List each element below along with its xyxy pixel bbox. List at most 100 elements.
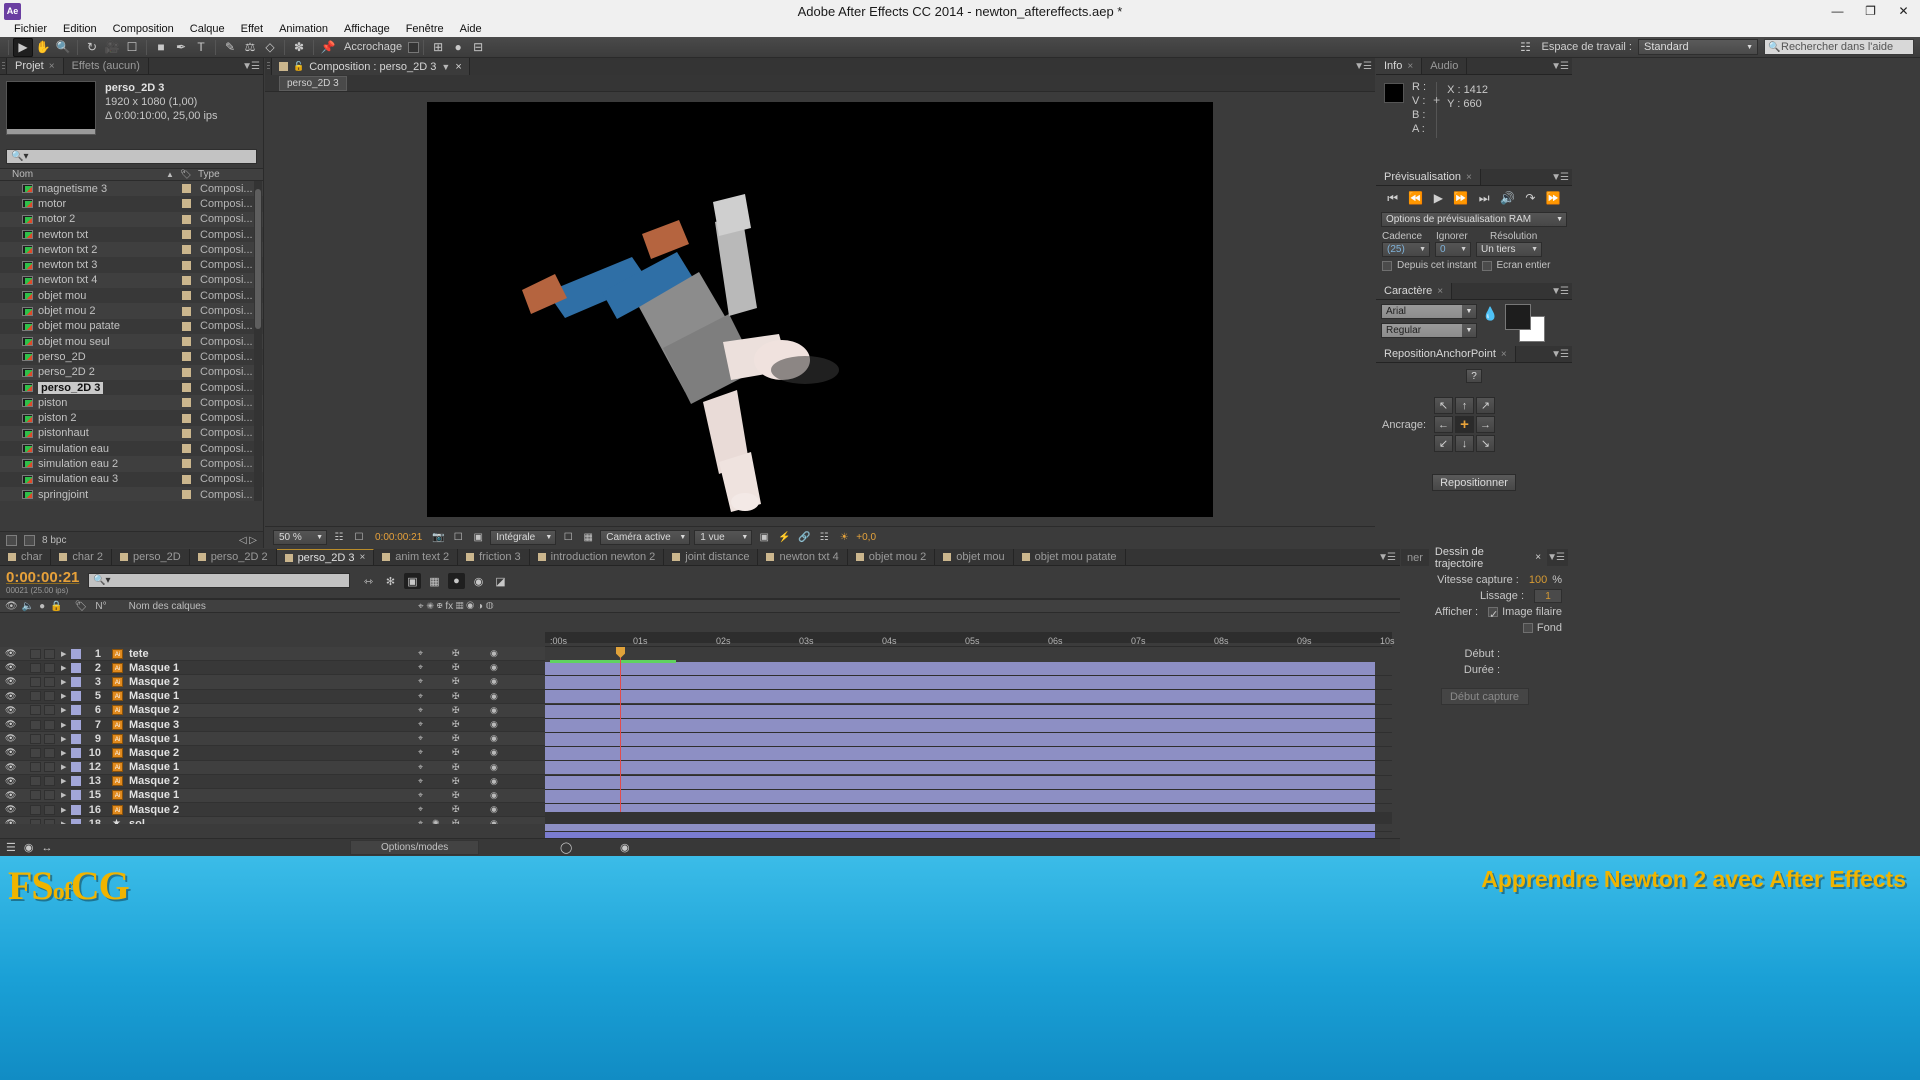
project-list-item[interactable]: simulation eau Composi... bbox=[0, 441, 263, 457]
video-visibility-icon[interactable]: 👁 bbox=[5, 719, 16, 730]
exposure-value[interactable]: +0,0 bbox=[856, 532, 876, 543]
enable-frame-blending-icon[interactable]: ▣ bbox=[404, 573, 421, 589]
project-list-item[interactable]: newton txt 4 Composi... bbox=[0, 272, 263, 289]
video-visibility-icon[interactable]: 👁 bbox=[5, 776, 16, 787]
label-color-swatch[interactable] bbox=[182, 474, 191, 484]
lock-toggle[interactable] bbox=[44, 733, 55, 744]
help-search-input[interactable]: 🔍 Rechercher dans l'aide bbox=[1764, 39, 1914, 55]
zoom-tool-icon[interactable]: 🔍 bbox=[53, 38, 73, 57]
solo-toggle[interactable] bbox=[30, 747, 41, 758]
timeline-tab-objet-mou-2[interactable]: objet mou 2 bbox=[847, 549, 936, 565]
layer-color-swatch[interactable] bbox=[71, 662, 81, 673]
tab-projet[interactable]: Projet × bbox=[7, 58, 64, 74]
effects-switch-icon[interactable]: ◉ bbox=[490, 705, 498, 716]
transfer-controls-icon[interactable]: ◉ bbox=[24, 841, 34, 854]
solo-toggle[interactable] bbox=[30, 790, 41, 801]
tab-info[interactable]: Info × bbox=[1376, 58, 1423, 74]
timeline-search-input[interactable]: 🔍▾ bbox=[88, 573, 350, 588]
expand-collapse-icon[interactable]: ☰ bbox=[6, 841, 16, 854]
column-name[interactable]: Nom bbox=[0, 169, 33, 180]
composition-viewer[interactable] bbox=[265, 92, 1375, 526]
new-folder-icon[interactable] bbox=[6, 534, 17, 546]
menu-effet[interactable]: Effet bbox=[233, 22, 271, 37]
quality-switch-icon[interactable]: ✠ bbox=[452, 691, 460, 702]
effects-switch-icon[interactable]: ◉ bbox=[490, 648, 498, 659]
tab-effets[interactable]: Effets (aucun) bbox=[63, 58, 149, 74]
close-icon[interactable]: × bbox=[455, 61, 461, 73]
timeline-tab-objet-mou-patate[interactable]: objet mou patate bbox=[1013, 549, 1126, 565]
show-snapshot-icon[interactable]: ☐ bbox=[450, 530, 466, 545]
layer-color-swatch[interactable] bbox=[71, 691, 81, 702]
timeline-graph-area[interactable]: :00s 01s 02s 03s 04s 05s 06s 07s 08s 09s 10s bbox=[545, 632, 1395, 847]
fill-stroke-swatches[interactable] bbox=[1505, 304, 1547, 342]
project-search-input[interactable]: 🔍▾ bbox=[6, 149, 257, 164]
layer-name[interactable]: Masque 1 bbox=[129, 690, 179, 702]
resolution-select[interactable]: Un tiers ▼ bbox=[1476, 242, 1542, 257]
timeline-tab-friction-3[interactable]: friction 3 bbox=[458, 549, 530, 565]
anchor-cell-4[interactable]: + bbox=[1455, 416, 1474, 433]
brainstorm-icon[interactable]: ● bbox=[448, 573, 465, 589]
expand-triangle-icon[interactable]: ▶ bbox=[61, 735, 66, 743]
solo-toggle[interactable] bbox=[30, 691, 41, 702]
next-frame-icon[interactable]: ⏩ bbox=[1453, 191, 1468, 205]
effects-switch-icon[interactable]: ◉ bbox=[490, 719, 498, 730]
video-visibility-icon[interactable]: 👁 bbox=[5, 676, 16, 687]
menu-fichier[interactable]: Fichier bbox=[6, 22, 55, 37]
timeline-layer-row[interactable]: 👁 ▶ 7 Ai Masque 3 ⌖ ✠ ◉ bbox=[0, 717, 545, 733]
workspace-toggle-icon[interactable]: ☷ bbox=[1516, 38, 1536, 57]
column-type[interactable]: Type bbox=[198, 169, 220, 180]
shy-switch-icon[interactable]: ⌖ bbox=[418, 818, 423, 824]
options-modes-toggle[interactable]: Options/modes bbox=[350, 840, 480, 855]
tab-dessin-trajectoire[interactable]: Dessin de trajectoire × bbox=[1428, 546, 1548, 570]
timeline-track-row[interactable] bbox=[545, 662, 1392, 677]
label-color-swatch[interactable] bbox=[182, 413, 191, 423]
align-center-icon[interactable]: ● bbox=[448, 38, 468, 57]
anchor-cell-7[interactable]: ↓ bbox=[1455, 435, 1474, 452]
quality-switch-icon[interactable]: ✠ bbox=[452, 747, 460, 758]
clone-stamp-tool-icon[interactable]: ⚖ bbox=[240, 38, 260, 57]
lock-toggle[interactable] bbox=[44, 705, 55, 716]
expand-triangle-icon[interactable]: ▶ bbox=[61, 763, 66, 771]
shy-switch-icon[interactable]: ⌖ bbox=[418, 790, 423, 801]
align-right-icon[interactable]: ⊟ bbox=[468, 38, 488, 57]
project-list-item[interactable]: springjoint Composi... bbox=[0, 486, 263, 501]
layer-name[interactable]: Masque 1 bbox=[129, 733, 179, 745]
workspace-select[interactable]: Standard ▼ bbox=[1638, 39, 1758, 55]
label-color-swatch[interactable] bbox=[182, 383, 191, 392]
first-frame-icon[interactable]: ⏮ bbox=[1387, 191, 1398, 206]
timeline-track-row[interactable] bbox=[545, 775, 1392, 790]
composition-stage[interactable] bbox=[427, 101, 1213, 517]
quality-switch-icon[interactable]: ✠ bbox=[452, 790, 460, 801]
solo-toggle[interactable] bbox=[30, 776, 41, 787]
maximize-icon[interactable]: ❐ bbox=[1854, 0, 1887, 22]
start-capture-button[interactable]: Début capture bbox=[1440, 688, 1529, 705]
flowchart-icon[interactable]: ☷ bbox=[816, 530, 832, 545]
exposure-reset-icon[interactable]: ☀ bbox=[836, 530, 852, 545]
layer-color-swatch[interactable] bbox=[71, 648, 81, 659]
quality-switch-icon[interactable]: ✠ bbox=[452, 719, 460, 730]
project-item-list[interactable]: magnetisme 3 Composi... motor Composi... mot… bbox=[0, 181, 263, 501]
keyframe-strip[interactable] bbox=[550, 660, 676, 663]
timeline-tab-newton-txt-4[interactable]: newton txt 4 bbox=[758, 549, 848, 565]
label-color-swatch[interactable] bbox=[182, 275, 191, 285]
puppet-pin-tool-icon[interactable]: 📌 bbox=[318, 38, 338, 57]
capture-speed-value[interactable]: 100 bbox=[1529, 574, 1547, 586]
timeline-tab-perso-2d-2[interactable]: perso_2D 2 bbox=[189, 549, 277, 565]
help-button[interactable]: ? bbox=[1466, 369, 1482, 383]
close-icon[interactable]: × bbox=[359, 552, 365, 563]
label-color-swatch[interactable] bbox=[182, 398, 191, 408]
resolution-select[interactable]: Intégrale ▼ bbox=[490, 530, 557, 545]
quality-switch-icon[interactable]: ✠ bbox=[452, 676, 460, 687]
timeline-layer-row[interactable]: 👁 ▶ 2 Ai Masque 1 ⌖ ✠ ◉ bbox=[0, 661, 545, 676]
project-list-item[interactable]: magnetisme 3 Composi... bbox=[0, 181, 263, 197]
audio-icon[interactable]: 🔊 bbox=[1500, 191, 1515, 205]
layer-name[interactable]: Masque 2 bbox=[129, 804, 179, 816]
menu-calque[interactable]: Calque bbox=[182, 22, 233, 37]
smoothing-field[interactable]: 1 bbox=[1534, 589, 1562, 603]
collapse-switch-icon[interactable]: ✺ bbox=[432, 818, 440, 824]
panel-menu-icon[interactable]: ▼☰ bbox=[242, 61, 260, 72]
expand-triangle-icon[interactable]: ▶ bbox=[61, 678, 66, 686]
project-list-item[interactable]: objet mou seul Composi... bbox=[0, 333, 263, 350]
video-visibility-icon[interactable]: 👁 bbox=[5, 790, 16, 801]
menu-edition[interactable]: Edition bbox=[55, 22, 105, 37]
